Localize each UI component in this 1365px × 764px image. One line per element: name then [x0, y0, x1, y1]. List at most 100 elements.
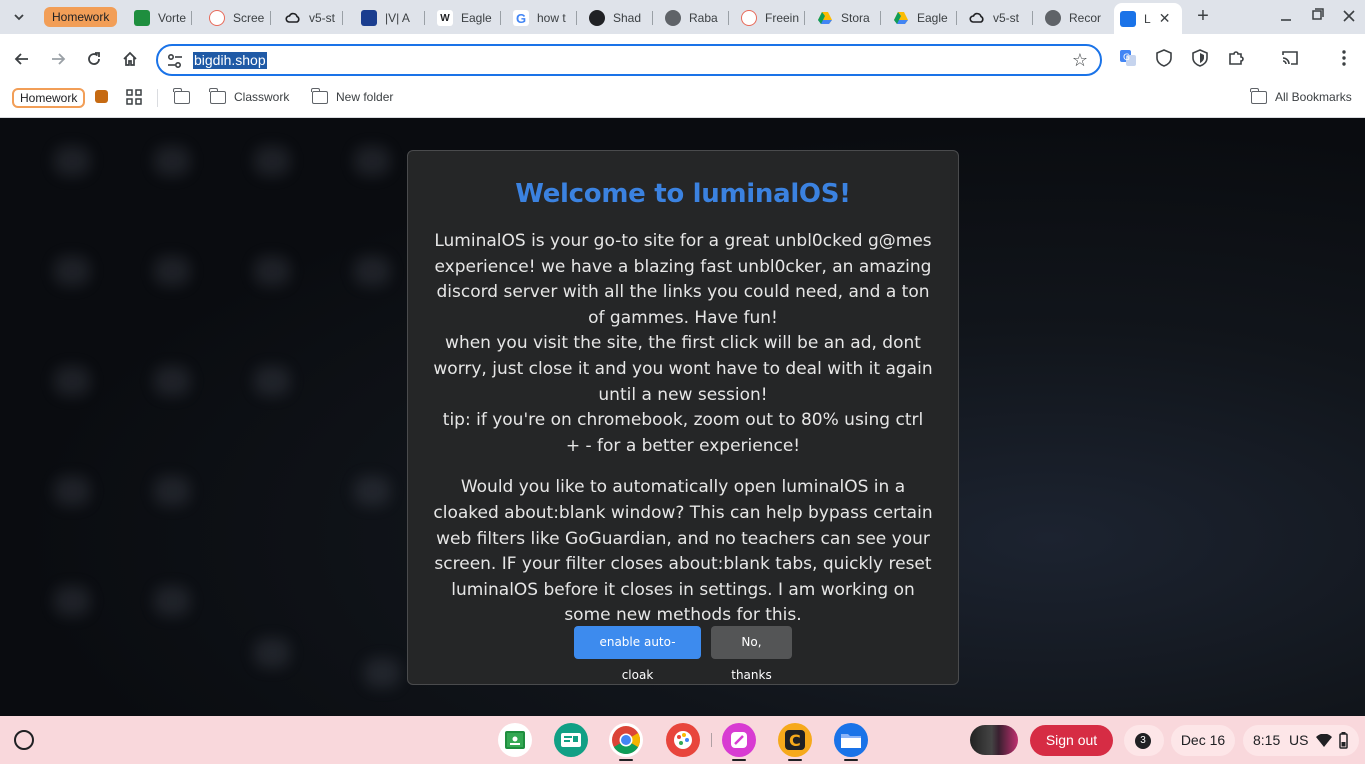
home-button[interactable]: [118, 47, 142, 71]
tab-group-chip[interactable]: Homework: [44, 7, 118, 27]
c-app[interactable]: C: [778, 723, 812, 757]
folder-icon: [311, 87, 328, 104]
folder-icon: [209, 87, 226, 104]
battery-icon: [1339, 732, 1348, 749]
address-bar[interactable]: bigdih.shop ☆: [156, 44, 1102, 76]
tab[interactable]: Recor: [1045, 4, 1107, 32]
restore-icon[interactable]: [1312, 8, 1324, 20]
date-tray[interactable]: Dec 16: [1171, 725, 1235, 756]
translate-glyph: G: [1120, 50, 1136, 66]
tab[interactable]: Stora: [817, 4, 881, 32]
tab-separator: [804, 11, 805, 25]
tab-title: Stora: [841, 11, 870, 25]
system-shelf: C Sign out 3 Dec 16 8:15 US: [0, 716, 1365, 764]
minimize-icon[interactable]: [1280, 10, 1292, 22]
background-tile: [354, 146, 390, 176]
cloak-question: Would you like to automatically open lum…: [433, 477, 933, 626]
kebab-menu-icon[interactable]: [1334, 48, 1354, 68]
reload-button[interactable]: [82, 47, 106, 71]
paint-app[interactable]: [666, 723, 700, 757]
tab[interactable]: Vorte: [134, 4, 192, 32]
back-button[interactable]: [10, 47, 34, 71]
bookmark-folder-classwork[interactable]: Classwork: [209, 87, 289, 106]
home-icon: [123, 51, 137, 66]
running-indicator: [844, 759, 858, 761]
files-app[interactable]: [834, 723, 868, 757]
tab-title: v5-st: [993, 11, 1020, 25]
zoom-tip-paragraph: tip: if you're on chromebook, zoom out t…: [442, 410, 924, 456]
tab[interactable]: v5-st: [285, 4, 343, 32]
cast-glyph: [1282, 51, 1298, 65]
site-settings-icon[interactable]: [166, 52, 184, 70]
background-tile: [254, 256, 290, 286]
screencast-app[interactable]: [554, 723, 588, 757]
reload-icon: [88, 52, 100, 65]
holding-space-thumbnail[interactable]: [970, 725, 1018, 755]
eagle-icon: W: [437, 10, 453, 26]
tab[interactable]: |V| A: [361, 4, 425, 32]
extensions-puzzle-icon[interactable]: [1226, 48, 1246, 68]
cast-icon[interactable]: [1280, 48, 1300, 68]
tab[interactable]: Scree: [209, 4, 271, 32]
tab[interactable]: Shad: [589, 4, 653, 32]
tab-separator: [500, 11, 501, 25]
launcher-icon[interactable]: [14, 730, 34, 750]
forward-button[interactable]: [46, 47, 70, 71]
page-content[interactable]: Welcome to luminalOS! LuminalOS is your …: [0, 118, 1365, 716]
background-tile: [54, 146, 90, 176]
background-tile: [254, 146, 290, 176]
running-indicator: [619, 759, 633, 761]
tab-search-button[interactable]: [8, 6, 30, 28]
tab-title: v5-st: [309, 11, 336, 25]
all-bookmarks[interactable]: All Bookmarks: [1250, 87, 1352, 106]
new-tab-button[interactable]: +: [1192, 5, 1214, 27]
notification-counter[interactable]: 3: [1124, 725, 1164, 756]
arrow-right-icon: [52, 53, 66, 65]
drive-icon: [818, 12, 832, 24]
enable-auto-cloak-button[interactable]: enable auto-cloak: [574, 626, 701, 682]
tab[interactable]: Raba: [665, 4, 729, 32]
tab-strip: Homework Vorte Scree v5-st |V| A W Eagle…: [0, 0, 1365, 37]
sign-out-button[interactable]: Sign out: [1030, 725, 1113, 756]
close-icon[interactable]: ✕: [1159, 10, 1171, 27]
background-tile: [254, 638, 290, 668]
status-tray[interactable]: 8:15 US: [1243, 725, 1359, 756]
files-icon: [841, 734, 861, 748]
tab-title: L: [1144, 11, 1151, 26]
shelf-divider: [711, 733, 712, 747]
tab-separator: [880, 11, 881, 25]
apps-grid-icon[interactable]: [126, 89, 142, 105]
translate-icon[interactable]: G: [1118, 48, 1138, 68]
tab-separator: [424, 11, 425, 25]
bookmark-folder-unnamed[interactable]: [173, 87, 198, 106]
puzzle-glyph: [1229, 51, 1244, 65]
running-indicator: [788, 759, 802, 761]
close-window-icon[interactable]: [1343, 10, 1355, 22]
folder-icon: [173, 87, 190, 104]
dialog-title: Welcome to luminalOS!: [515, 179, 851, 209]
chrome-app[interactable]: [609, 723, 643, 757]
tab[interactable]: G how t: [513, 4, 577, 32]
bookmark-group-chip[interactable]: Homework: [12, 88, 86, 108]
canvas-app[interactable]: [722, 723, 756, 757]
tab[interactable]: Freein: [741, 4, 805, 32]
background-tile: [364, 658, 400, 688]
classroom-app[interactable]: [498, 723, 532, 757]
background-tile: [54, 476, 90, 506]
bookmark-folder-new[interactable]: New folder: [311, 87, 393, 106]
tab[interactable]: v5-st: [969, 4, 1033, 32]
tab[interactable]: Eagle: [893, 4, 957, 32]
bookmark-favicon[interactable]: [95, 90, 108, 103]
url-text[interactable]: bigdih.shop: [193, 52, 267, 69]
bookmark-star-icon[interactable]: ☆: [1072, 50, 1088, 71]
tab-separator: [191, 11, 192, 25]
globe-icon: [665, 10, 681, 26]
kebab-glyph: [1342, 50, 1346, 66]
shield-icon[interactable]: [1154, 48, 1174, 68]
tab[interactable]: W Eagle: [437, 4, 501, 32]
shield-glyph: [1156, 49, 1172, 67]
no-thanks-button[interactable]: No, thanks: [711, 626, 792, 682]
tab-active[interactable]: L ✕: [1114, 3, 1182, 34]
c-app-icon: C: [785, 730, 805, 750]
shield-filled-icon[interactable]: [1190, 48, 1210, 68]
